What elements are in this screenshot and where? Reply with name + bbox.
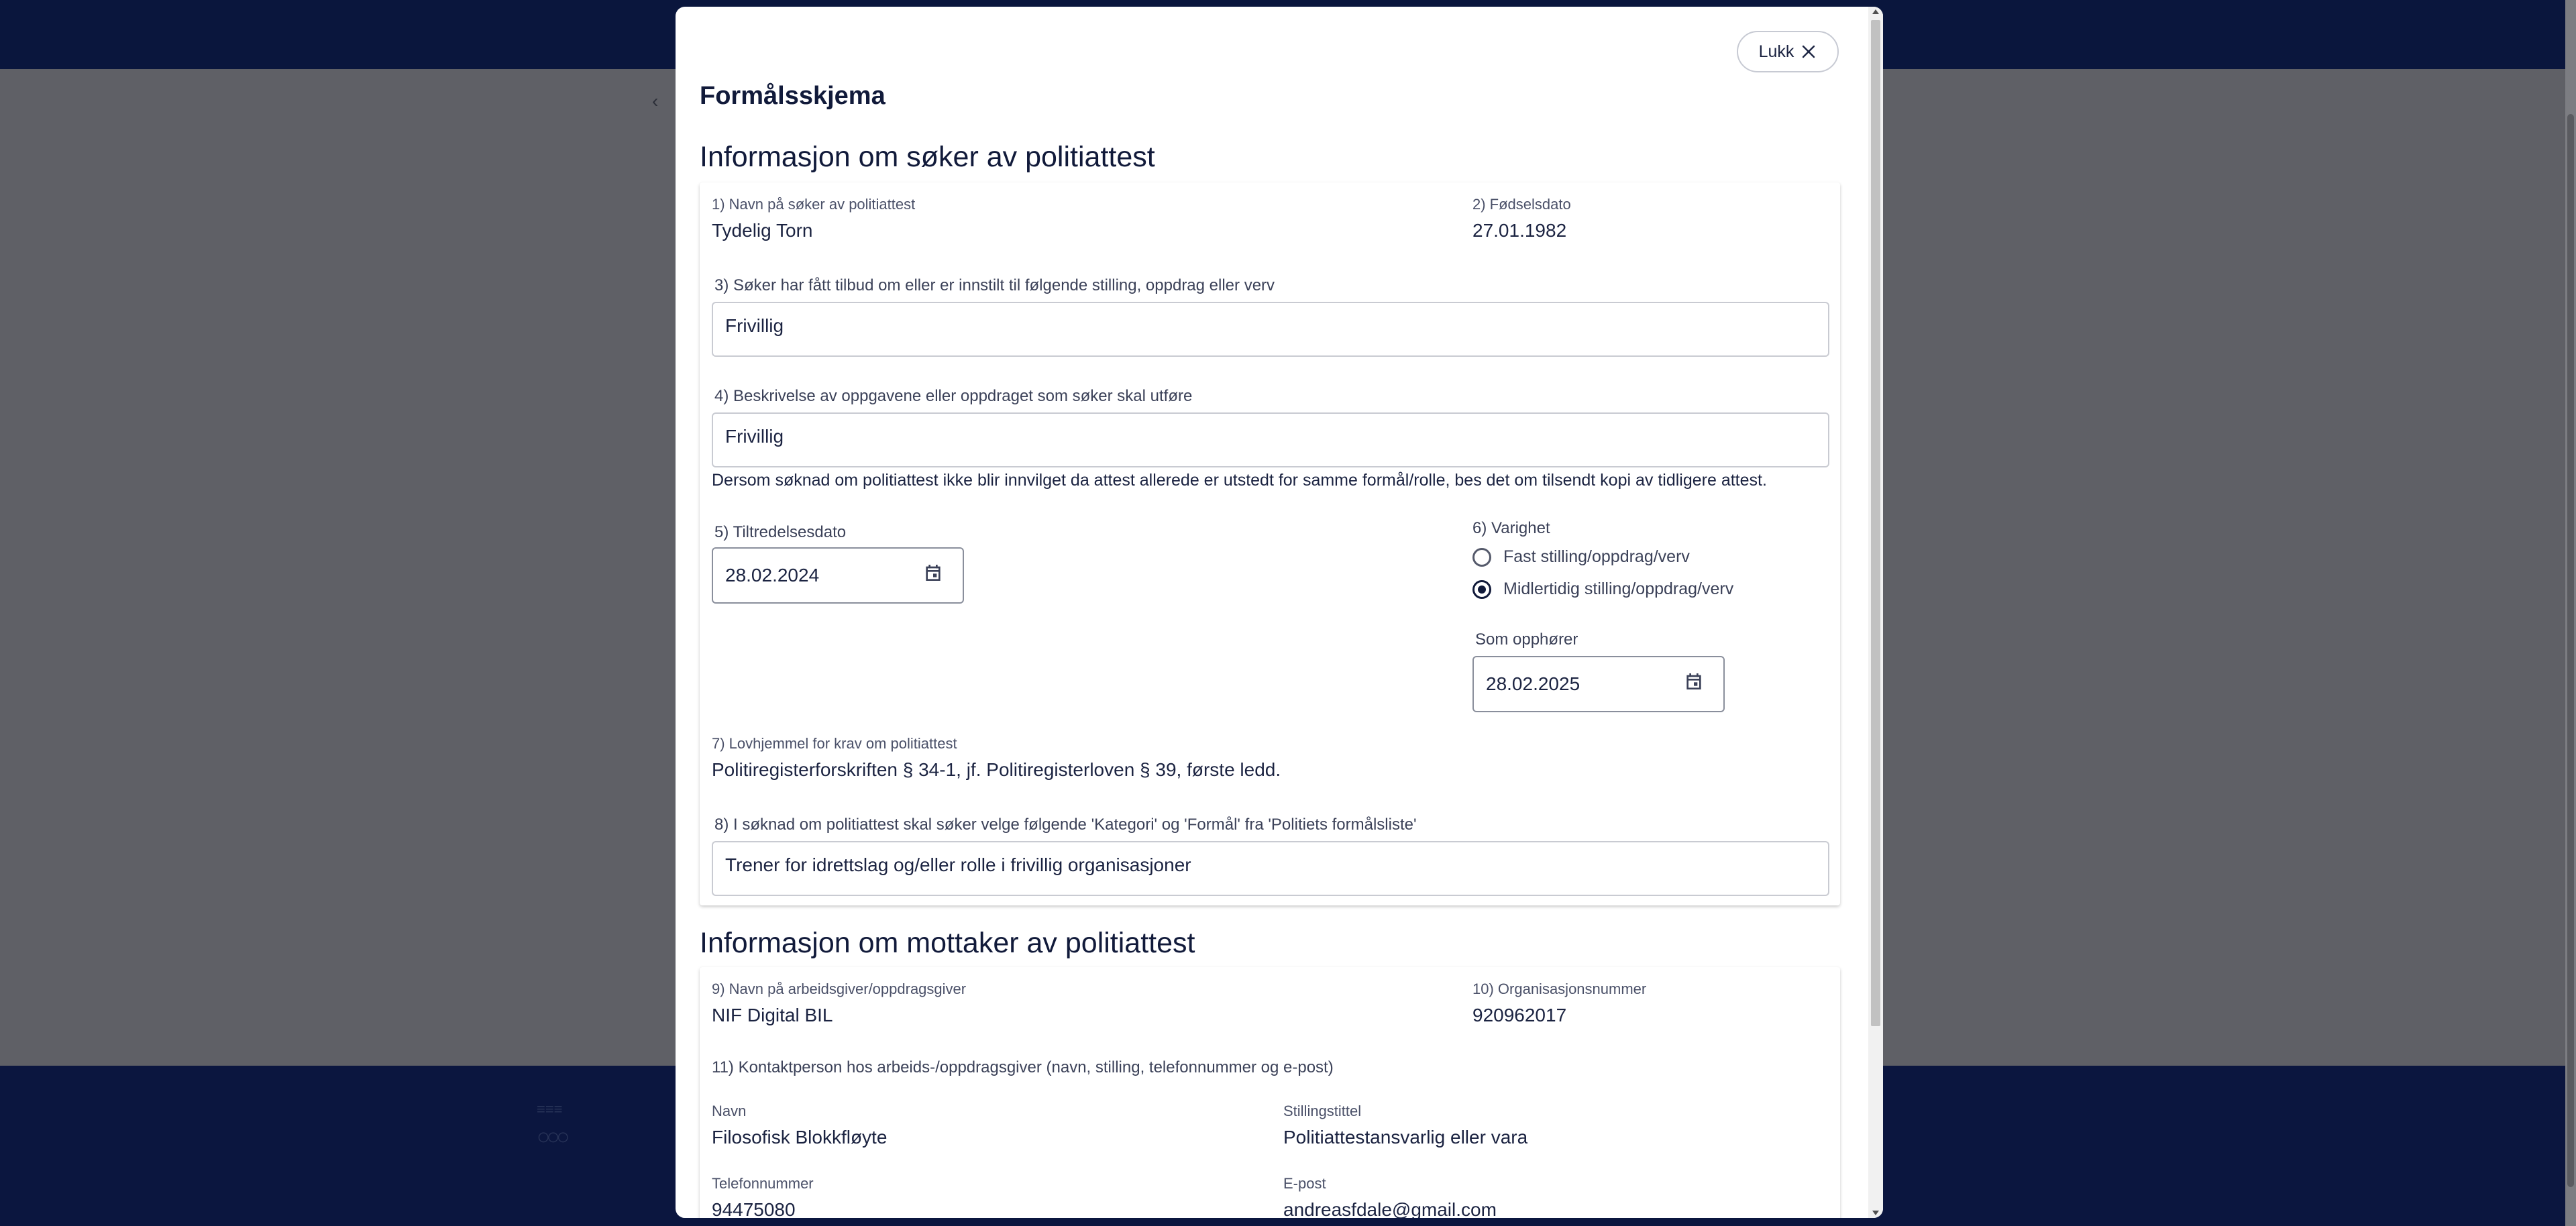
position-label: 3) Søker har fått tilbud om eller er inn… <box>714 276 1275 294</box>
description-label: 4) Beskrivelse av oppgavene eller oppdra… <box>714 387 1193 405</box>
start-date-value: 28.02.2024 <box>725 565 820 586</box>
dob-value: 27.01.1982 <box>1472 220 1567 241</box>
modal-scrollbar-thumb[interactable] <box>1871 20 1880 1026</box>
page-scrollbar[interactable] <box>2565 0 2576 1226</box>
category-field[interactable]: Trener for idrettslag og/eller rolle i f… <box>712 841 1829 896</box>
description-value: Frivillig <box>725 426 784 447</box>
modal-scrollbar[interactable] <box>1868 7 1883 1218</box>
employer-label: 9) Navn på arbeidsgiver/oppdragsgiver <box>712 981 967 997</box>
modal-title: Formålsskjema <box>700 82 885 110</box>
position-field[interactable]: Frivillig <box>712 302 1829 357</box>
duration-option-temporary[interactable]: Midlertidig stilling/oppdrag/verv <box>1472 579 1733 599</box>
applicant-name-value: Tydelig Torn <box>712 220 813 241</box>
end-date-label: Som opphører <box>1475 630 1578 649</box>
contact-name-value: Filosofisk Blokkfløyte <box>712 1127 888 1148</box>
close-icon <box>1803 45 1815 58</box>
contact-phone-value: 94475080 <box>712 1199 796 1218</box>
contact-label: 11) Kontaktperson hos arbeids-/oppdragsg… <box>712 1058 1334 1076</box>
applicant-card: 1) Navn på søker av politiattest Tydelig… <box>700 182 1840 905</box>
position-value: Frivillig <box>725 315 784 336</box>
contact-title-label: Stillingstittel <box>1283 1103 1362 1119</box>
contact-title-value: Politiattestansvarlig eller vara <box>1283 1127 1528 1148</box>
category-value: Trener for idrettslag og/eller rolle i f… <box>725 854 1191 875</box>
recipient-card: 9) Navn på arbeidsgiver/oppdragsgiver NI… <box>700 967 1840 1218</box>
purpose-form-modal: Lukk Formålsskjema Informasjon om søker … <box>676 7 1883 1218</box>
legal-basis-label: 7) Lovhjemmel for krav om politiattest <box>712 735 957 752</box>
contact-email-label: E-post <box>1283 1175 1326 1192</box>
duration-label: 6) Varighet <box>1472 519 1550 537</box>
applicant-name-label: 1) Navn på søker av politiattest <box>712 196 916 213</box>
back-arrow-icon: ‹ <box>652 91 659 111</box>
radio-checked <box>1472 579 1491 599</box>
start-date-field[interactable]: 28.02.2024 <box>712 547 964 604</box>
contact-phone-label: Telefonnummer <box>712 1175 814 1192</box>
calendar-icon[interactable] <box>1683 671 1705 692</box>
end-date-field[interactable]: 28.02.2025 <box>1472 656 1725 712</box>
category-label: 8) I søknad om politiattest skal søker v… <box>714 816 1417 834</box>
end-date-value: 28.02.2025 <box>1486 673 1580 694</box>
orgnr-value: 920962017 <box>1472 1005 1567 1025</box>
calendar-icon[interactable] <box>922 562 944 583</box>
close-button[interactable]: Lukk <box>1737 31 1839 72</box>
contact-email-value: andreasfdale@gmail.com <box>1283 1199 1497 1218</box>
contact-name-label: Navn <box>712 1103 747 1119</box>
section-title-recipient: Informasjon om mottaker av politiattest <box>700 927 1195 959</box>
scroll-down-icon[interactable] <box>1872 1211 1879 1215</box>
start-date-label: 5) Tiltredelsesdato <box>714 523 847 541</box>
close-button-label: Lukk <box>1758 42 1794 61</box>
duration-option-permanent[interactable]: Fast stilling/oppdrag/verv <box>1472 547 1690 567</box>
footer-logo: ≡≡≡ ○○○ <box>537 1101 570 1150</box>
scroll-up-icon[interactable] <box>1872 9 1879 14</box>
previous-attest-note: Dersom søknad om politiattest ikke blir … <box>712 471 1767 490</box>
employer-value: NIF Digital BIL <box>712 1005 833 1025</box>
radio-unchecked <box>1472 547 1491 567</box>
dob-label: 2) Fødselsdato <box>1472 196 1571 213</box>
orgnr-label: 10) Organisasjonsnummer <box>1472 981 1647 997</box>
description-field[interactable]: Frivillig <box>712 412 1829 467</box>
legal-basis-value: Politiregisterforskriften § 34-1, jf. Po… <box>712 759 1281 780</box>
section-title-applicant: Informasjon om søker av politiattest <box>700 141 1155 173</box>
duration-option-permanent-label: Fast stilling/oppdrag/verv <box>1503 547 1690 566</box>
duration-option-temporary-label: Midlertidig stilling/oppdrag/verv <box>1503 579 1734 598</box>
